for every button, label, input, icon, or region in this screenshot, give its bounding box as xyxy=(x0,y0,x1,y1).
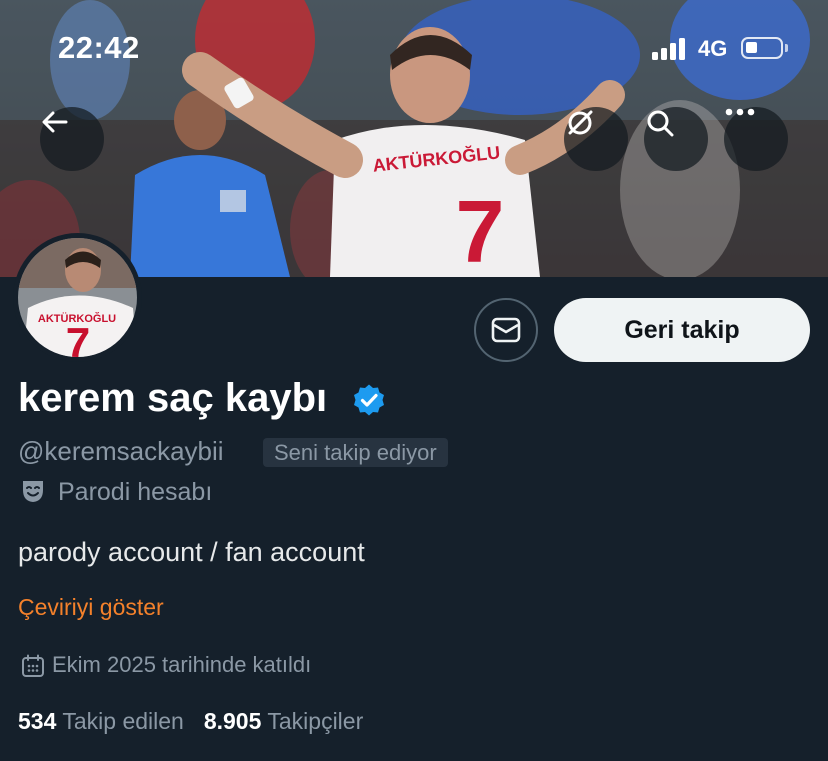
following-stat[interactable]: 534 Takip edilen xyxy=(18,708,184,735)
followers-label: Takipçiler xyxy=(267,708,364,734)
followers-stat[interactable]: 8.905 Takipçiler xyxy=(204,708,363,735)
grok-icon xyxy=(568,110,593,135)
follow-stats: 534 Takip edilen 8.905 Takipçiler xyxy=(18,708,363,735)
following-label: Takip edilen xyxy=(62,708,184,734)
back-arrow-icon xyxy=(42,111,68,133)
battery-icon xyxy=(741,37,788,59)
followers-count: 8.905 xyxy=(203,708,262,734)
signal-icon xyxy=(652,38,685,60)
avatar-jersey-number: 7 xyxy=(66,319,90,357)
joined-date: Ekim 2025 tarihinde katıldı xyxy=(52,652,312,677)
status-time: 22:42 xyxy=(58,30,140,65)
parody-mask-icon xyxy=(23,481,43,502)
more-icon xyxy=(725,108,755,116)
bio-text: parody account / fan account xyxy=(18,537,365,567)
display-name: kerem saç kaybı xyxy=(18,376,328,420)
profile-banner[interactable]: AKTÜRKOĞLU 7 22:42 4G xyxy=(0,0,828,277)
search-button[interactable] xyxy=(644,107,708,171)
more-button[interactable] xyxy=(724,107,788,171)
user-handle: @keremsackaybii xyxy=(18,436,224,466)
calendar-icon xyxy=(22,654,44,677)
message-button[interactable] xyxy=(474,298,538,362)
follows-you-badge: Seni takip ediyor xyxy=(263,438,448,467)
verified-badge-icon[interactable] xyxy=(352,383,386,417)
show-translation-link[interactable]: Çeviriyi göster xyxy=(18,594,164,621)
network-type: 4G xyxy=(698,36,728,61)
following-count: 534 xyxy=(18,708,57,734)
parody-label: Parodi hesabı xyxy=(58,478,213,506)
follow-back-button[interactable]: Geri takip xyxy=(554,298,810,362)
search-icon xyxy=(647,110,674,137)
mail-icon xyxy=(491,317,521,343)
profile-screen: AKTÜRKOĞLU 7 22:42 4G AKTÜRKOĞLU 7 Geri … xyxy=(0,0,828,761)
avatar-image: AKTÜRKOĞLU 7 xyxy=(18,238,137,357)
grok-button[interactable] xyxy=(564,107,628,171)
back-button[interactable] xyxy=(40,107,104,171)
avatar[interactable]: AKTÜRKOĞLU 7 xyxy=(13,233,142,362)
